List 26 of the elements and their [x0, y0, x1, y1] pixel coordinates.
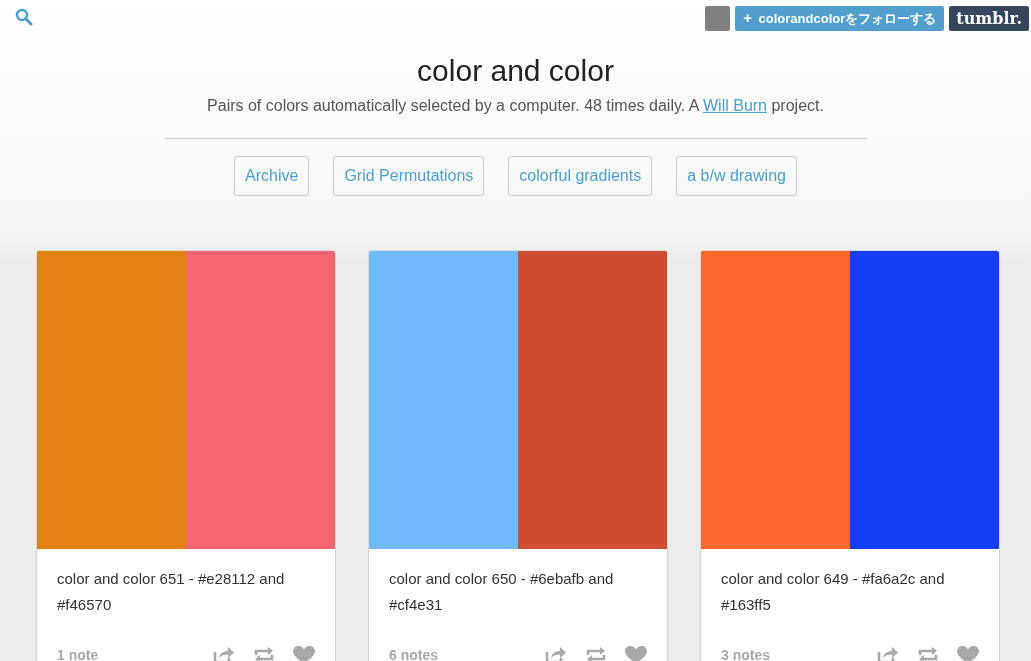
reblog-icon[interactable]: [917, 646, 939, 661]
author-link[interactable]: Will Burn: [703, 97, 767, 114]
post-caption: color and color 651 - #e28112 and #f46570: [57, 569, 286, 615]
search-icon[interactable]: [15, 7, 33, 26]
notes-link[interactable]: 3 notes: [721, 647, 770, 661]
avatar-square[interactable]: [705, 6, 731, 31]
blog-description: Pairs of colors automatically selected by a computer. 48 times daily. A Will Burn project.: [206, 97, 825, 115]
heart-icon[interactable]: [625, 646, 647, 661]
follow-button[interactable]: + colorandcolorをフォローする: [735, 6, 945, 31]
share-icon[interactable]: [545, 646, 567, 661]
reblog-icon[interactable]: [253, 646, 275, 661]
blog-title: color and color: [416, 54, 615, 88]
nav-button[interactable]: Grid Permutations: [333, 156, 485, 196]
heart-icon[interactable]: [293, 646, 315, 661]
tumblr-logo-button[interactable]: tumblr.: [949, 6, 1029, 31]
nav-button[interactable]: a b/w drawing: [676, 156, 797, 196]
notes-link[interactable]: 6 notes: [389, 647, 438, 661]
share-icon[interactable]: [877, 646, 899, 661]
post-caption: color and color 649 - #fa6a2c and #163ff5: [721, 569, 946, 615]
reblog-icon[interactable]: [585, 646, 607, 661]
share-icon[interactable]: [213, 646, 235, 661]
nav-button[interactable]: colorful gradients: [508, 156, 653, 196]
nav-button[interactable]: Archive: [234, 156, 310, 196]
heart-icon[interactable]: [957, 646, 979, 661]
post-caption: color and color 650 - #6ebafb and #cf4e31: [389, 569, 615, 615]
notes-link[interactable]: 1 note: [57, 647, 99, 661]
